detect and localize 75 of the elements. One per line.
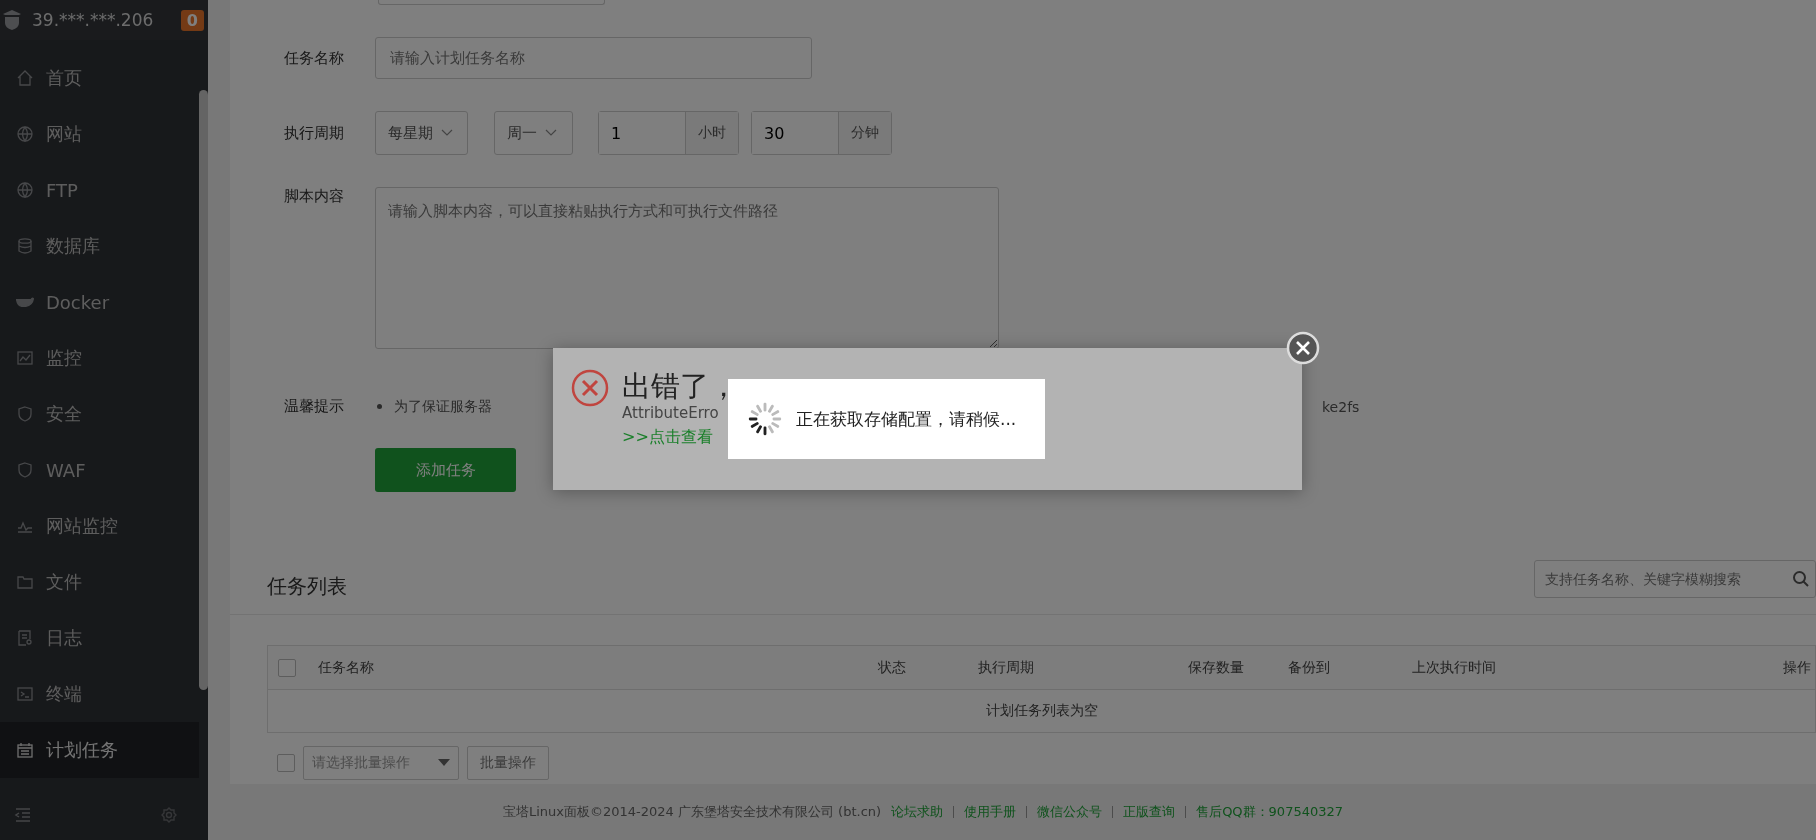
calendar-icon: [16, 741, 34, 759]
hour-input-group[interactable]: 1 小时: [598, 111, 739, 155]
sidebar-item[interactable]: 日志: [0, 610, 199, 666]
column-header: 上次执行时间: [1412, 658, 1497, 677]
weekday-select[interactable]: 周一: [494, 111, 573, 155]
sidebar-item[interactable]: FTP: [0, 162, 199, 218]
error-detail: AttributeErro: [622, 404, 720, 422]
database-icon: [16, 237, 34, 255]
home-icon: [16, 69, 34, 87]
document-icon: [16, 629, 34, 647]
close-icon[interactable]: [1286, 331, 1320, 365]
collapse-menu-icon[interactable]: [14, 806, 32, 824]
shield-icon: [16, 461, 34, 479]
footer-link[interactable]: 正版查询: [1123, 803, 1176, 821]
chevron-down-icon: [441, 129, 453, 137]
dialog-title: 出错了，: [622, 368, 738, 404]
footer-link[interactable]: 使用手册: [964, 803, 1017, 821]
footer-link[interactable]: 售后QQ群：907540327: [1196, 803, 1344, 821]
footer-link[interactable]: 微信公众号: [1037, 803, 1103, 821]
column-header: 备份到: [1288, 658, 1331, 677]
minute-input-group[interactable]: 30 分钟: [751, 111, 892, 155]
settings-icon[interactable]: [160, 806, 178, 824]
field-label: 执行周期: [284, 123, 345, 143]
sidebar-item[interactable]: Docker: [0, 274, 199, 330]
sidebar-item[interactable]: 网站: [0, 106, 199, 162]
search-field[interactable]: 支持任务名称、关键字模糊搜索: [1534, 560, 1816, 598]
server-address: 39.***.***.206: [32, 10, 155, 30]
sidebar-item[interactable]: 计划任务: [0, 722, 199, 778]
sidebar-item[interactable]: 数据库: [0, 218, 199, 274]
field-label: 任务名称: [284, 48, 345, 68]
section-title: 任务列表: [267, 572, 347, 600]
empty-message: 计划任务列表为空: [985, 702, 1098, 720]
chevron-down-icon: [545, 129, 557, 137]
field-label: 脚本内容: [284, 187, 345, 206]
field-label: 温馨提示: [284, 397, 345, 416]
shield-logo-icon: [2, 9, 22, 31]
bullet-icon: [377, 404, 382, 409]
column-header: 操作: [1783, 658, 1811, 677]
globe-icon: [16, 125, 34, 143]
error-icon: [570, 368, 610, 408]
caret-icon: [438, 759, 450, 767]
column-header: 执行周期: [978, 658, 1035, 677]
search-icon[interactable]: [1792, 570, 1810, 588]
loading-message: 正在获取存储配置，请稍候...: [796, 407, 1017, 431]
sidebar-item[interactable]: 安全: [0, 386, 199, 442]
sidebar-item[interactable]: WAF: [0, 442, 199, 498]
sidebar-item[interactable]: 首页: [0, 50, 199, 106]
scrollbar[interactable]: [199, 90, 208, 690]
footer-link[interactable]: 论坛求助: [891, 803, 944, 821]
sidebar-item[interactable]: 监控: [0, 330, 199, 386]
sidebar-item[interactable]: 文件: [0, 554, 199, 610]
copyright-text: 宝塔Linux面板©2014-2024 广东堡塔安全技术有限公司 (bt.cn): [502, 803, 882, 821]
chart-icon: [16, 349, 34, 367]
spinner-icon: [746, 400, 784, 438]
globe-icon: [16, 181, 34, 199]
shield-icon: [16, 405, 34, 423]
terminal-icon: [16, 685, 34, 703]
sidebar-item[interactable]: 网站监控: [0, 498, 199, 554]
batch-button[interactable]: 批量操作: [467, 746, 549, 780]
notification-badge[interactable]: 0: [180, 9, 204, 31]
column-header: 状态: [878, 658, 907, 677]
sidebar-item[interactable]: 终端: [0, 666, 199, 722]
tip-text: ke2fs: [1322, 398, 1360, 415]
column-header: 任务名称: [318, 658, 375, 677]
unit-label: 小时: [685, 112, 738, 154]
checkbox[interactable]: [278, 658, 296, 677]
tip-text: 为了保证服务器: [394, 397, 492, 416]
unit-label: 分钟: [838, 112, 891, 154]
add-task-button[interactable]: 添加任务: [375, 448, 516, 492]
script-field[interactable]: 请输入脚本内容，可以直接粘贴执行方式和可执行文件路径: [375, 187, 999, 349]
cycle-type-select[interactable]: 每星期: [375, 111, 468, 155]
column-header: 保存数量: [1188, 658, 1245, 677]
task-name-field[interactable]: 请输入计划任务名称: [375, 37, 812, 79]
checkbox[interactable]: [277, 754, 295, 772]
folder-icon: [16, 573, 34, 591]
